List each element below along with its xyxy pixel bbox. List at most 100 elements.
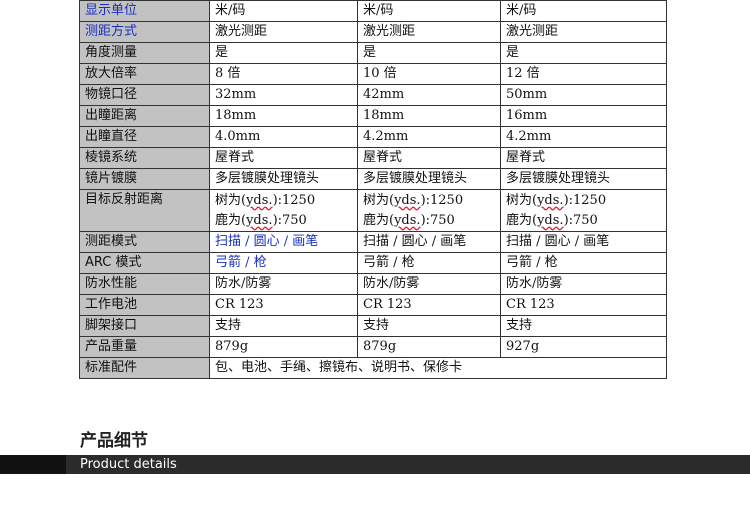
table-cell: CR 123	[500, 294, 667, 316]
tree-value: ):1250	[563, 192, 607, 208]
row-label: 出瞳距离	[79, 105, 210, 127]
table-cell: 18mm	[209, 105, 358, 127]
table-cell: 多层镀膜处理镜头	[500, 168, 667, 190]
section-bar: Product details	[0, 455, 750, 474]
row-label: 标准配件	[79, 357, 210, 379]
table-row: 放大倍率 8 倍 10 倍 12 倍	[79, 63, 667, 85]
table-row: 测距模式 扫描 / 圆心 / 画笔 扫描 / 圆心 / 画笔 扫描 / 圆心 / 画笔	[79, 231, 667, 253]
row-label: 出瞳直径	[79, 126, 210, 148]
table-cell: 是	[357, 42, 501, 64]
distance-unit: yds.	[246, 212, 273, 228]
table-cell: 18mm	[357, 105, 501, 127]
table-cell: 弓箭 / 枪	[500, 252, 667, 274]
row-label: 角度测量	[79, 42, 210, 64]
table-cell: 42mm	[357, 84, 501, 106]
tree-prefix: 树为(	[363, 192, 395, 208]
table-cell: 4.2mm	[500, 126, 667, 148]
table-cell: 树为(yds.):1250 鹿为(yds.):750	[209, 189, 358, 232]
table-cell: 弓箭 / 枪	[209, 252, 358, 274]
table-cell: 米/码	[500, 0, 667, 22]
table-cell: 12 倍	[500, 63, 667, 85]
table-row: 标准配件 包、电池、手绳、擦镜布、说明书、保修卡	[79, 357, 667, 379]
table-row: ARC 模式 弓箭 / 枪弓箭 / 枪弓箭 / 枪	[79, 252, 667, 274]
row-label: 棱镜系统	[79, 147, 210, 169]
tree-distance-line: 树为(yds.):1250	[215, 191, 357, 211]
table-cell: 防水/防雾	[357, 273, 501, 295]
section-bar-accent	[0, 455, 66, 474]
table-cell: 10 倍	[357, 63, 501, 85]
tree-distance-line: 树为(yds.):1250	[506, 191, 666, 211]
distance-unit: yds.	[394, 212, 421, 228]
row-label: 脚架接口	[79, 315, 210, 337]
tree-prefix: 树为(	[506, 192, 538, 208]
row-label: 测距方式	[79, 21, 210, 43]
row-label: 目标反射距离	[79, 189, 210, 232]
distance-unit: yds.	[537, 192, 564, 208]
table-cell: 支持	[500, 315, 667, 337]
deer-prefix: 鹿为(	[363, 212, 395, 228]
row-label: 测距模式	[79, 231, 210, 253]
table-cell: 激光测距	[357, 21, 501, 43]
spec-table-body: 显示单位 米/码 米/码 米/码 测距方式 激光测距 激光测距 激光测距 角度测量是是是放大倍率…	[79, 0, 667, 379]
table-row: 镜片镀膜 多层镀膜处理镜头 多层镀膜处理镜头 多层镀膜处理镜头	[79, 168, 667, 190]
section-bar-text: Product details	[80, 457, 177, 472]
tree-value: ):1250	[420, 192, 464, 208]
table-row: 脚架接口 支持 支持 支持	[79, 315, 667, 337]
table-cell: 防水/防雾	[500, 273, 667, 295]
row-label: 显示单位	[79, 0, 210, 22]
table-cell: 米/码	[209, 0, 358, 22]
table-cell: 是	[500, 42, 667, 64]
row-label: 产品重量	[79, 336, 210, 358]
table-row: 测距方式 激光测距 激光测距 激光测距	[79, 21, 667, 43]
table-cell: 879g	[357, 336, 501, 358]
table-cell: 防水/防雾	[209, 273, 358, 295]
deer-distance-line: 鹿为(yds.):750	[363, 211, 500, 231]
deer-value: ):750	[563, 212, 598, 228]
row-label: 镜片镀膜	[79, 168, 210, 190]
spec-table: 显示单位 米/码 米/码 米/码 测距方式 激光测距 激光测距 激光测距 角度测量是是是放大倍率…	[79, 0, 667, 379]
table-row: 工作电池 CR 123 CR 123 CR 123	[79, 294, 667, 316]
table-row: 出瞳距离 18mm 18mm 16mm	[79, 105, 667, 127]
table-cell: 米/码	[357, 0, 501, 22]
table-cell: 927g	[500, 336, 667, 358]
table-cell: 16mm	[500, 105, 667, 127]
table-row: 角度测量是是是	[79, 42, 667, 64]
table-cell: CR 123	[357, 294, 501, 316]
row-label: 防水性能	[79, 273, 210, 295]
tree-value: ):1250	[272, 192, 316, 208]
table-cell: CR 123	[209, 294, 358, 316]
table-cell: 879g	[209, 336, 358, 358]
table-row: 防水性能 防水/防雾 防水/防雾 防水/防雾	[79, 273, 667, 295]
tree-prefix: 树为(	[215, 192, 247, 208]
table-cell: 激光测距	[209, 21, 358, 43]
section-title: 产品细节	[80, 431, 148, 451]
table-cell: 屋脊式	[500, 147, 667, 169]
table-row: 棱镜系统 屋脊式 屋脊式 屋脊式	[79, 147, 667, 169]
table-cell: 树为(yds.):1250 鹿为(yds.):750	[357, 189, 501, 232]
table-cell: 屋脊式	[357, 147, 501, 169]
deer-value: ):750	[420, 212, 455, 228]
table-cell: 激光测距	[500, 21, 667, 43]
table-cell: 弓箭 / 枪	[357, 252, 501, 274]
table-cell: 扫描 / 圆心 / 画笔	[357, 231, 501, 253]
distance-unit: yds.	[394, 192, 421, 208]
table-row: 物镜口径 32mm 42mm 50mm	[79, 84, 667, 106]
merged-cell: 包、电池、手绳、擦镜布、说明书、保修卡	[209, 357, 667, 379]
table-cell: 多层镀膜处理镜头	[209, 168, 358, 190]
tree-distance-line: 树为(yds.):1250	[363, 191, 500, 211]
row-label: 放大倍率	[79, 63, 210, 85]
table-cell: 屋脊式	[209, 147, 358, 169]
deer-distance-line: 鹿为(yds.):750	[215, 211, 357, 231]
row-label: 物镜口径	[79, 84, 210, 106]
table-row: 产品重量 879g 879g 927g	[79, 336, 667, 358]
table-cell: 扫描 / 圆心 / 画笔	[209, 231, 358, 253]
deer-prefix: 鹿为(	[215, 212, 247, 228]
row-label: 工作电池	[79, 294, 210, 316]
table-cell: 4.2mm	[357, 126, 501, 148]
deer-distance-line: 鹿为(yds.):750	[506, 211, 666, 231]
table-row: 出瞳直径 4.0mm 4.2mm 4.2mm	[79, 126, 667, 148]
table-cell: 支持	[357, 315, 501, 337]
table-cell: 8 倍	[209, 63, 358, 85]
table-row: 显示单位 米/码 米/码 米/码	[79, 0, 667, 22]
table-cell: 是	[209, 42, 358, 64]
